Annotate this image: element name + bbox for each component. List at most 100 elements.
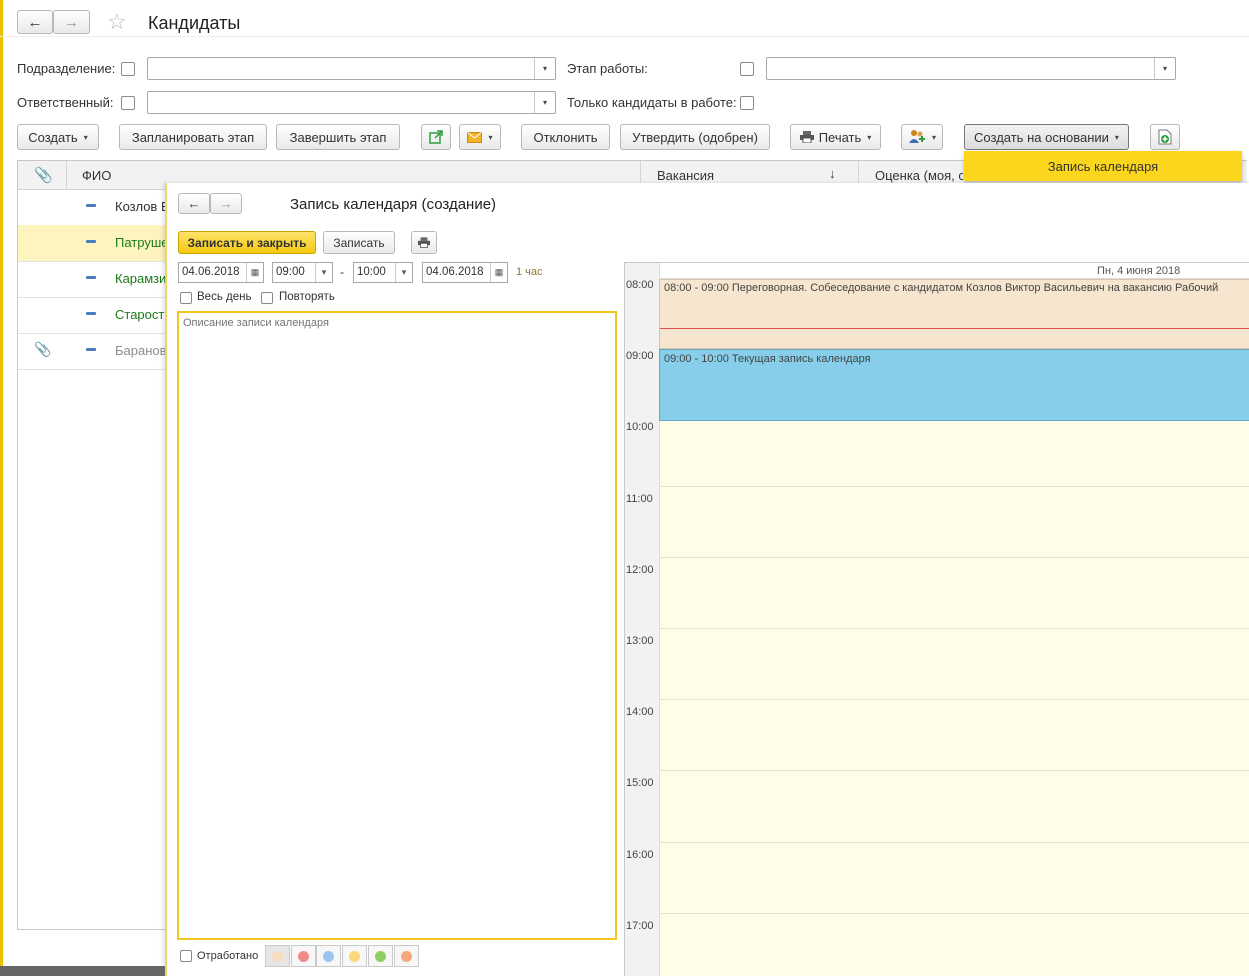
plan-stage-button[interactable]: Запланировать этап [119, 124, 267, 150]
time-range-dash: - [340, 265, 344, 279]
duration-label: 1 час [516, 266, 543, 278]
chevron-down-icon[interactable]: ▾ [534, 92, 555, 113]
table-row[interactable]: Козлов В [18, 189, 168, 226]
date-to-value: 04.06.2018 [426, 266, 484, 278]
hour-column [625, 263, 660, 976]
table-row[interactable]: 📎 Баранов [18, 333, 168, 370]
stage-field[interactable]: ▾ [766, 57, 1176, 80]
hour-label: 16:00 [626, 848, 654, 861]
save-and-close-button[interactable]: Записать и закрыть [178, 231, 316, 254]
date-from-input[interactable]: 04.06.2018 ▦ [178, 262, 264, 283]
stage-label: Этап работы: [567, 61, 648, 76]
open-external-button[interactable] [421, 124, 451, 150]
color-swatch[interactable] [367, 945, 393, 967]
sort-arrow-icon: ↓ [829, 166, 836, 181]
responsible-field[interactable]: ▾ [147, 91, 556, 114]
color-dot-icon [374, 950, 386, 962]
print-button[interactable]: Печать ▾ [790, 124, 881, 150]
hour-gridline [659, 699, 1249, 701]
status-marker-icon [86, 240, 96, 243]
color-swatch[interactable] [393, 945, 419, 967]
hour-gridline [659, 556, 1249, 558]
chevron-down-icon: ▾ [488, 132, 493, 142]
approve-button[interactable]: Утвердить (одобрен) [620, 124, 770, 150]
color-swatch[interactable] [290, 945, 316, 967]
chevron-down-icon: ▾ [83, 132, 88, 142]
dialog-back-button[interactable]: ← [178, 193, 210, 214]
reject-button[interactable]: Отклонить [521, 124, 610, 150]
back-button[interactable]: ← [17, 10, 53, 34]
date-from-value: 04.06.2018 [182, 266, 240, 278]
all-day-checkbox[interactable] [180, 292, 192, 304]
printer-icon [418, 237, 430, 248]
hour-gridline [659, 841, 1249, 843]
current-time-line [660, 328, 1249, 329]
finish-stage-button[interactable]: Завершить этап [276, 124, 400, 150]
only-active-label: Только кандидаты в работе: [567, 95, 737, 110]
users-add-icon [908, 130, 925, 143]
color-dot-icon [349, 950, 361, 962]
column-fio[interactable]: ФИО [82, 168, 111, 183]
save-button[interactable]: Записать [323, 231, 395, 254]
all-day-label: Весь день [197, 291, 252, 303]
column-rating[interactable]: Оценка (моя, с [875, 168, 963, 183]
taskbar-strip [0, 966, 165, 976]
color-swatch[interactable] [265, 945, 290, 967]
table-row[interactable]: Патруше [18, 225, 168, 262]
arrow-right-icon: → [219, 196, 233, 211]
hour-label: 17:00 [626, 919, 654, 932]
header-divider [0, 36, 1249, 37]
document-add-icon [1158, 129, 1172, 145]
hour-label: 08:00 [626, 279, 654, 291]
create-based-on-button[interactable]: Создать на основании ▾ [964, 124, 1129, 150]
create-button[interactable]: Создать ▾ [17, 124, 99, 150]
department-field[interactable]: ▾ [147, 57, 556, 80]
chevron-down-icon: ▾ [1114, 132, 1119, 142]
time-from-input[interactable]: 09:00 ▾ [272, 262, 333, 283]
table-row[interactable]: Карамзи [18, 261, 168, 298]
done-checkbox[interactable] [180, 950, 192, 962]
responsible-checkbox[interactable] [121, 96, 135, 110]
time-from-value: 09:00 [276, 266, 305, 278]
responsible-label: Ответственный: [17, 95, 114, 110]
description-textarea[interactable] [177, 311, 617, 940]
column-vacancy[interactable]: Вакансия [657, 168, 714, 183]
forward-button[interactable]: → [53, 10, 90, 34]
chevron-down-icon[interactable]: ▾ [1154, 58, 1175, 79]
stage-checkbox[interactable] [740, 62, 754, 76]
calendar-free-area[interactable] [660, 420, 1249, 976]
only-active-checkbox[interactable] [740, 96, 754, 110]
calendar-event-current[interactable]: 09:00 - 10:00 Текущая запись календаря [659, 349, 1249, 421]
hour-label: 14:00 [626, 706, 654, 719]
paperclip-icon: 📎 [34, 167, 53, 184]
color-dot-icon [323, 950, 335, 962]
department-checkbox[interactable] [121, 62, 135, 76]
hour-label: 15:00 [626, 777, 654, 790]
color-swatch[interactable] [316, 945, 342, 967]
table-row[interactable]: Старост [18, 297, 168, 334]
calendar-event-interview[interactable]: 08:00 - 09:00 Переговорная. Собеседовани… [659, 279, 1249, 349]
hour-label: 09:00 [626, 350, 654, 363]
email-button[interactable]: ▾ [459, 124, 501, 150]
users-button[interactable]: ▾ [901, 124, 943, 150]
window-frame-accent [0, 0, 3, 976]
repeat-checkbox[interactable] [261, 292, 273, 304]
status-marker-icon [86, 276, 96, 279]
color-swatch[interactable] [342, 945, 368, 967]
chevron-down-icon[interactable]: ▾ [315, 263, 332, 282]
star-icon[interactable]: ☆ [107, 9, 127, 35]
page-title: Кандидаты [148, 13, 241, 33]
dialog-title: Запись календаря (создание) [290, 196, 497, 213]
calendar-icon[interactable]: ▦ [490, 263, 507, 282]
dropdown-item-calendar-entry[interactable]: Запись календаря [964, 151, 1242, 181]
date-to-input[interactable]: 04.06.2018 ▦ [422, 262, 508, 283]
arrow-left-icon: ← [27, 13, 43, 31]
chevron-down-icon[interactable]: ▾ [395, 263, 412, 282]
chevron-down-icon[interactable]: ▾ [534, 58, 555, 79]
calendar-icon[interactable]: ▦ [246, 263, 263, 282]
dialog-print-button[interactable] [411, 231, 437, 254]
time-to-input[interactable]: 10:00 ▾ [353, 262, 413, 283]
arrow-right-icon: → [64, 13, 79, 31]
dialog-forward-button[interactable]: → [210, 193, 242, 214]
new-document-button[interactable] [1150, 124, 1180, 150]
